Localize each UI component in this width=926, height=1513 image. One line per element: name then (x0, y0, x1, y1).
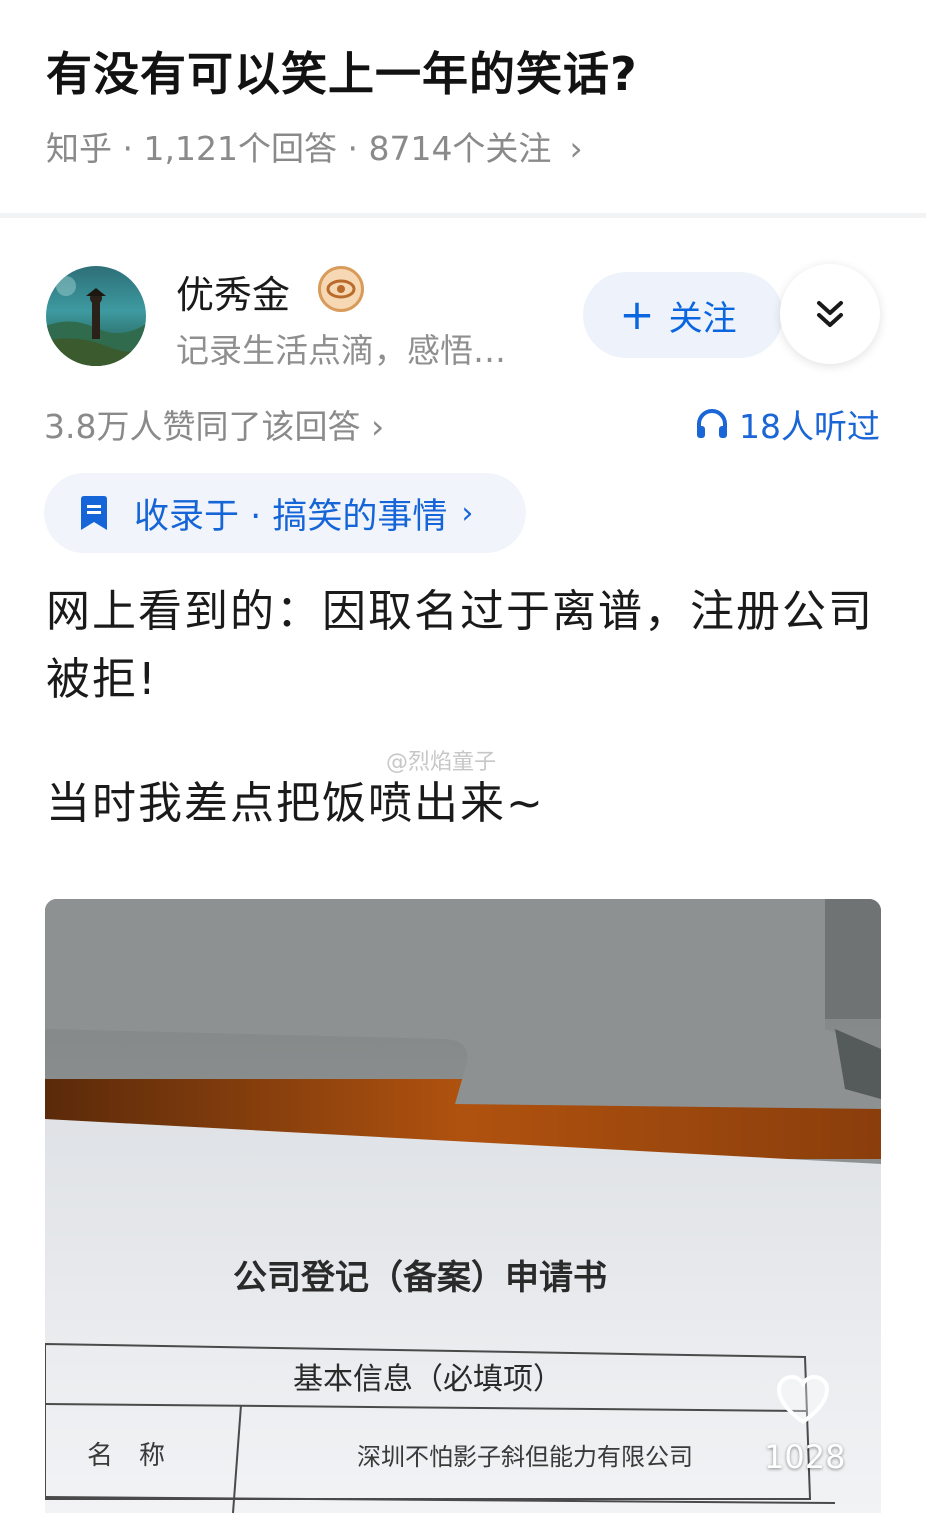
expand-button[interactable] (780, 264, 880, 364)
meta-separator: · (112, 129, 144, 168)
heart-icon[interactable] (776, 1374, 830, 1426)
question-title[interactable]: 有没有可以笑上一年的笑话? (46, 38, 638, 104)
author-bio: 记录生活点滴，感悟… (176, 331, 506, 370)
svg-text:公司登记（备案）申请书: 公司登记（备案）申请书 (233, 1258, 607, 1297)
author-name[interactable]: 优秀金 (176, 264, 290, 319)
vote-text: 3.8万人赞同了该回答 (44, 407, 361, 446)
chevron-right-icon: › (370, 407, 385, 446)
chevron-right-icon: › (569, 129, 583, 168)
listen-count[interactable]: 18人听过 (695, 400, 880, 448)
source-label: 知乎 (46, 129, 112, 168)
collection-link[interactable]: 收录于 · 搞笑的事情 › (44, 473, 526, 553)
follow-label: 关注 (668, 298, 737, 339)
question-meta[interactable]: 知乎 · 1,121个回答 · 8714个关注 › (46, 122, 583, 170)
eye-badge-icon (318, 266, 364, 312)
section-divider (0, 213, 926, 218)
like-count: 1028 (764, 1438, 846, 1476)
answer-paragraph-2: 当时我差点把饭喷出来~ (46, 778, 545, 829)
answer-count: 1,121个回答 (143, 129, 337, 168)
avatar[interactable] (46, 266, 146, 366)
plus-icon: + (619, 290, 655, 339)
document-field-value: 深圳不怕影子斜但能力有限公司 (357, 1444, 693, 1471)
follow-button[interactable]: + 关注 (583, 272, 783, 358)
document-section-title: 基本信息（必填项） (293, 1363, 563, 1396)
meta-separator: · (336, 129, 369, 168)
answer-photo[interactable]: 公司登记（备案）申请书 基本信息（必填项） 名 称 深圳不怕影子斜但能力有限公司 (45, 899, 881, 1513)
answer-paragraph-1: 网上看到的：因取名过于离谱，注册公司被拒! (46, 586, 874, 705)
double-chevron-down-icon (817, 301, 843, 327)
document-field-label: 名 称 (87, 1441, 165, 1470)
chevron-right-icon: › (461, 495, 474, 531)
vote-summary[interactable]: 3.8万人赞同了该回答 › (44, 400, 384, 448)
follower-count: 8714个关注 (368, 129, 552, 168)
collection-label: 收录于 · 搞笑的事情 (134, 496, 448, 537)
listen-text: 18人听过 (739, 407, 880, 446)
document-heading: 公司登记（备案）申请书 (233, 1258, 607, 1297)
bookmark-icon (81, 496, 107, 530)
headphones-icon (697, 409, 727, 438)
